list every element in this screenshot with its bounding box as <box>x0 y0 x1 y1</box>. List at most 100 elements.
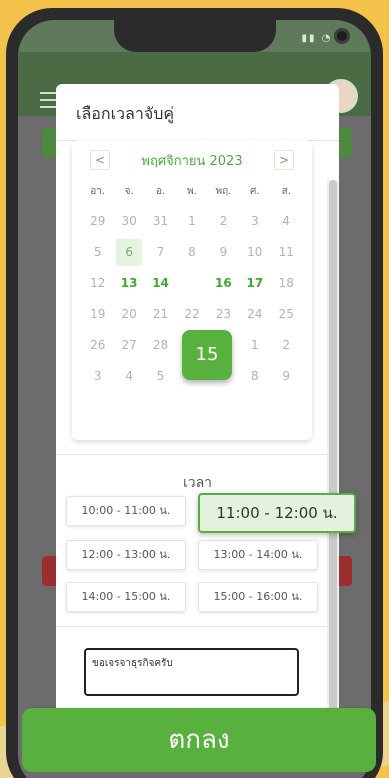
weekday-label: พ. <box>187 186 197 197</box>
calendar-day[interactable]: 14 <box>145 268 176 299</box>
calendar-day: 28 <box>145 330 176 361</box>
calendar-day-label: 7 <box>156 245 165 259</box>
phone-side-button <box>6 168 14 218</box>
calendar-day: 4 <box>113 361 144 392</box>
time-slot[interactable]: 15:00 - 16:00 น. <box>198 582 318 612</box>
calendar-day-label: 1 <box>188 214 196 228</box>
calendar-day: 9 <box>271 361 302 392</box>
calendar-day: 8 <box>176 237 207 268</box>
calendar-day[interactable]: 15 <box>176 268 207 299</box>
calendar-day: 21 <box>145 299 176 330</box>
calendar-day-label: 22 <box>184 307 200 321</box>
calendar-week-row: 12 13 14 15 16 17 18 <box>82 268 302 299</box>
calendar-day-label: 8 <box>188 245 196 259</box>
calendar-day-label: 18 <box>278 276 294 290</box>
calendar-day: 3 <box>82 361 113 392</box>
weekday-label: อา. <box>90 186 106 197</box>
calendar-day-label: 24 <box>247 307 263 321</box>
modal-title: เลือกเวลาจับคู่ <box>76 104 175 123</box>
calendar-day: 2 <box>271 330 302 361</box>
calendar-day: 1 <box>239 330 270 361</box>
calendar: < พฤศจิกายน 2023 > อา. จ. อ. พ. พฤ. ศ. ส… <box>72 140 312 440</box>
calendar-day-label: 31 <box>152 214 169 228</box>
calendar-day-label: 19 <box>90 307 106 321</box>
calendar-day-label: 5 <box>156 369 165 383</box>
confirm-button[interactable]: ตกลง <box>22 708 376 772</box>
phone-side-button <box>6 118 14 148</box>
calendar-day: 7 <box>145 237 176 268</box>
calendar-day-label: 1 <box>251 338 259 352</box>
calendar-day[interactable]: 17 <box>239 268 270 299</box>
calendar-day-label: 28 <box>152 338 169 352</box>
calendar-day-label: 23 <box>215 307 232 321</box>
calendar-day-label: 16 <box>215 276 232 290</box>
calendar-day: 10 <box>239 237 270 268</box>
calendar-day: 24 <box>239 299 270 330</box>
calendar-day: 1 <box>176 206 207 237</box>
calendar-week-row: 5 6 7 8 9 10 11 <box>82 237 302 268</box>
phone-notch <box>114 20 350 52</box>
calendar-day-label: 3 <box>251 214 259 228</box>
calendar-day[interactable]: 13 <box>113 268 144 299</box>
time-slot[interactable]: 10:00 - 11:00 น. <box>66 496 186 526</box>
calendar-day-label: 12 <box>90 276 106 290</box>
calendar-day: 27 <box>113 330 144 361</box>
calendar-day-label: 4 <box>282 214 291 228</box>
calendar-day: 22 <box>176 299 207 330</box>
calendar-day-label: 13 <box>120 276 138 290</box>
selected-day[interactable]: 15 <box>182 330 232 380</box>
camera-icon <box>334 28 350 44</box>
calendar-day-label: 9 <box>219 245 228 259</box>
calendar-day: 18 <box>271 268 302 299</box>
calendar-day: 12 <box>82 268 113 299</box>
calendar-day: 29 <box>82 206 113 237</box>
select-time-modal: เลือกเวลาจับคู่ < พฤศจิกายน 2023 > อา. จ… <box>56 84 339 724</box>
calendar-day: 8 <box>239 361 270 392</box>
calendar-day: 20 <box>113 299 144 330</box>
calendar-day-label: 5 <box>93 245 102 259</box>
calendar-day: 26 <box>82 330 113 361</box>
calendar-day-label: 26 <box>90 338 106 352</box>
calendar-day: 25 <box>271 299 302 330</box>
calendar-day-label: 2 <box>282 338 291 352</box>
calendar-day: 30 <box>113 206 144 237</box>
calendar-day: 9 <box>208 237 239 268</box>
calendar-day: 19 <box>82 299 113 330</box>
calendar-day: 2 <box>208 206 239 237</box>
calendar-day-label: 2 <box>219 214 228 228</box>
time-slot-selected[interactable]: 11:00 - 12:00 น. <box>198 493 356 533</box>
time-slot[interactable]: 14:00 - 15:00 น. <box>66 582 186 612</box>
next-month-button[interactable]: > <box>274 150 294 170</box>
section-divider <box>56 454 339 455</box>
weekday-label: อ. <box>155 186 166 197</box>
calendar-day: 5 <box>145 361 176 392</box>
calendar-day-label: 10 <box>247 245 263 259</box>
calendar-day-label: 20 <box>121 307 137 321</box>
calendar-day[interactable]: 16 <box>208 268 239 299</box>
time-slot[interactable]: 13:00 - 14:00 น. <box>198 540 318 570</box>
calendar-day-label: 4 <box>125 369 133 383</box>
calendar-day-label: 27 <box>121 338 137 352</box>
calendar-day: 23 <box>208 299 239 330</box>
calendar-day: 6 <box>113 237 144 268</box>
phone-side-button <box>6 228 14 278</box>
calendar-weekdays: อา. จ. อ. พ. พฤ. ศ. ส. <box>82 184 302 199</box>
weekday-label: จ. <box>124 186 134 197</box>
calendar-day-label: 8 <box>251 369 259 383</box>
calendar-day: 3 <box>239 206 270 237</box>
calendar-day-label: 21 <box>152 307 169 321</box>
calendar-day-label: 14 <box>152 276 169 290</box>
weekday-label: ส. <box>281 186 291 197</box>
time-section-title: เวลา <box>182 475 213 491</box>
note-input[interactable]: ขอเจรจาธุรกิจครับ <box>84 648 299 696</box>
calendar-week-row: 19 20 21 22 23 24 25 <box>82 299 302 330</box>
calendar-day-label: 11 <box>278 245 294 259</box>
calendar-week-row: 29 30 31 1 2 3 4 <box>82 206 302 237</box>
calendar-day-label: 9 <box>282 369 291 383</box>
scrollbar-thumb[interactable] <box>329 180 337 720</box>
time-slot[interactable]: 12:00 - 13:00 น. <box>66 540 186 570</box>
calendar-day-label: 6 <box>125 245 133 259</box>
calendar-day-label: 17 <box>246 276 264 290</box>
weekday-label: พฤ. <box>215 186 232 197</box>
calendar-day: 11 <box>271 237 302 268</box>
